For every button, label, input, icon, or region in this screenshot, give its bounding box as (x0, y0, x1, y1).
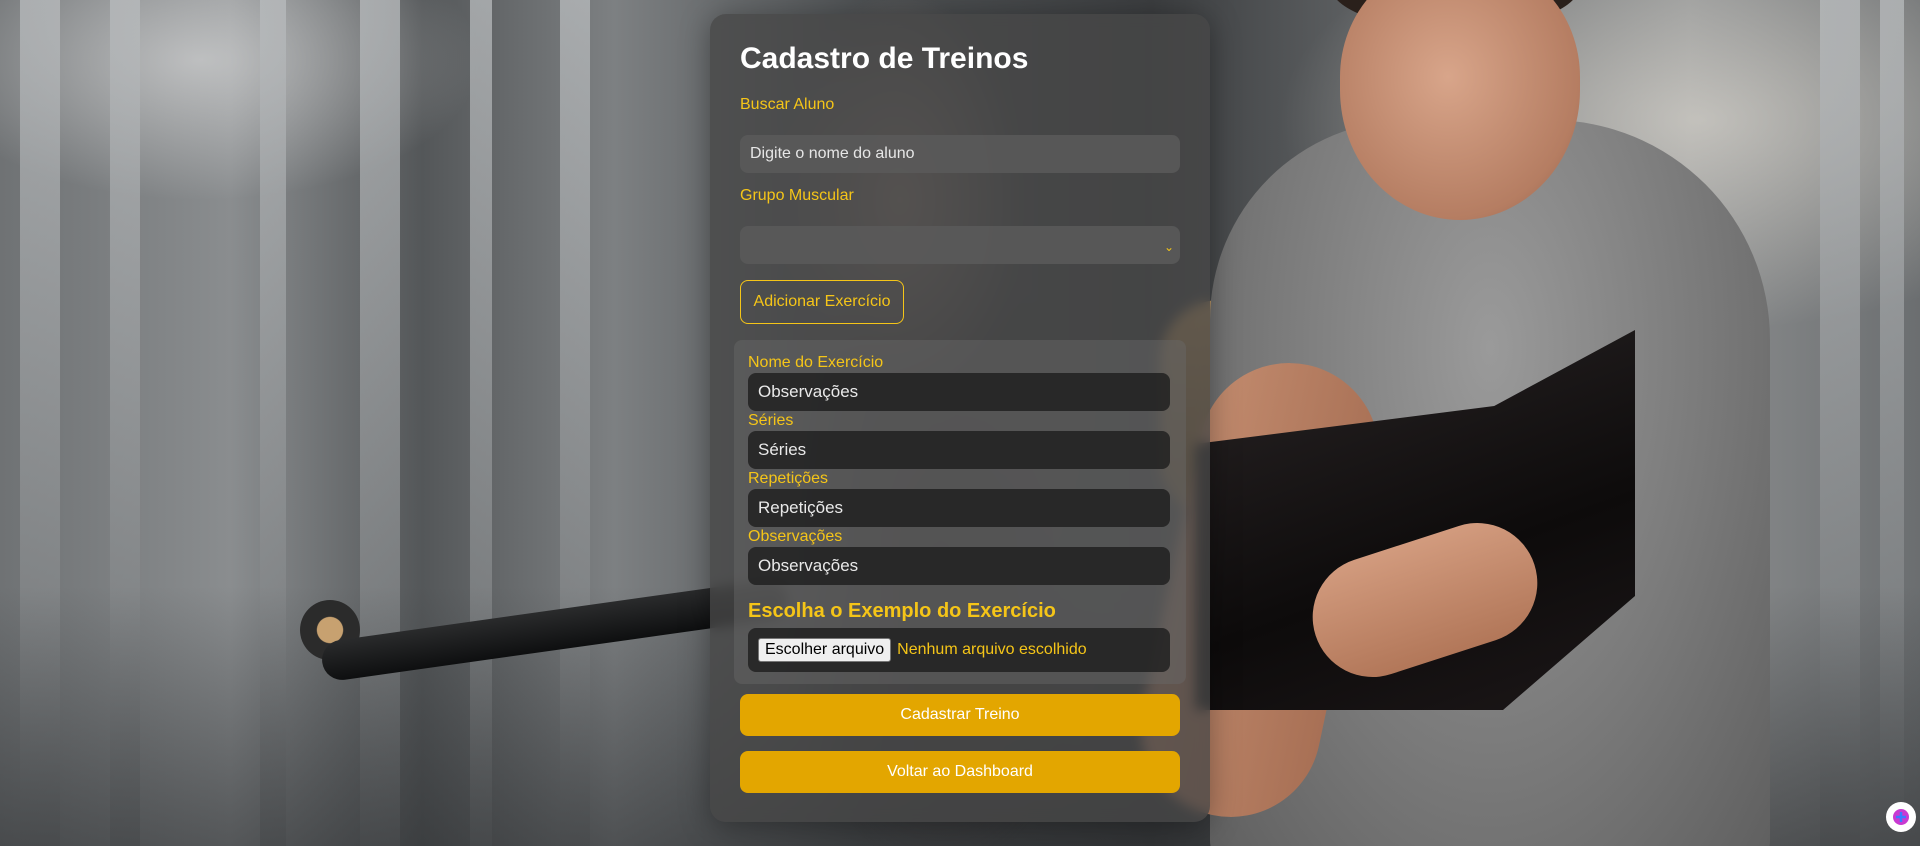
page-title: Cadastro de Treinos (740, 42, 1029, 75)
exercise-name-label: Nome do Exercício (748, 354, 884, 371)
add-exercise-button[interactable]: Adicionar Exercício (740, 280, 904, 324)
sets-label: Séries (748, 412, 794, 429)
exercise-name-input[interactable] (748, 373, 1170, 411)
muscle-group-label: Grupo Muscular (740, 187, 854, 204)
submit-training-button[interactable]: Cadastrar Treino (740, 694, 1180, 736)
extension-icon[interactable] (1886, 802, 1916, 832)
choose-file-button[interactable]: Escolher arquivo (758, 638, 892, 662)
reps-label: Repetições (748, 470, 829, 487)
notes-label: Observações (748, 528, 843, 545)
student-search-input[interactable] (740, 135, 1180, 173)
student-search-label: Buscar Aluno (740, 96, 835, 113)
sets-input[interactable] (748, 431, 1170, 469)
exercise-example-file-input[interactable]: Escolher arquivo Nenhum arquivo escolhid… (748, 628, 1170, 672)
back-to-dashboard-button[interactable]: Voltar ao Dashboard (740, 751, 1180, 793)
notes-input[interactable] (748, 547, 1170, 585)
muscle-group-select[interactable] (740, 226, 1180, 264)
reps-input[interactable] (748, 489, 1170, 527)
exercise-example-heading: Escolha o Exemplo do Exercício (748, 600, 1056, 622)
file-status-text: Nenhum arquivo escolhido (897, 641, 1087, 658)
exercise-section: Nome do Exercício Séries Repetições Obse… (734, 340, 1186, 684)
chevron-down-icon: ⌄ (1164, 240, 1175, 254)
training-form-panel: Cadastro de Treinos Buscar Aluno Grupo M… (710, 14, 1210, 822)
